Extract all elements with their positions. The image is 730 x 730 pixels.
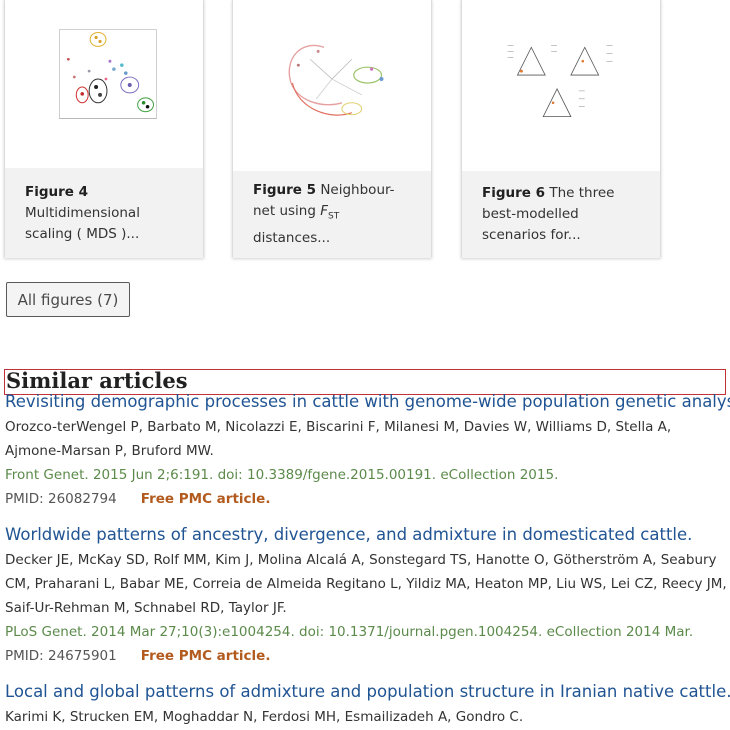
article-citation: Front Genet. 2015 Jun 2;6:191. doi: 10.3… bbox=[5, 467, 559, 483]
article-title-link[interactable]: Local and global patterns of admixture a… bbox=[5, 681, 730, 703]
figure-card-5[interactable]: Figure 5 Neighbour-net using FST distanc… bbox=[232, 0, 432, 258]
figure-4-label: Figure 4 bbox=[25, 184, 89, 200]
figure-card-6[interactable]: Figure 6 The three best-modelled scenari… bbox=[461, 0, 661, 258]
figure-5-label: Figure 5 bbox=[253, 182, 317, 199]
article-authors: Decker JE, McKay SD, Rolf MM, Kim J, Mol… bbox=[5, 552, 727, 616]
article-title-link[interactable]: Revisiting demographic processes in catt… bbox=[5, 391, 730, 413]
article-pmid-row: PMID: 24675901 Free PMC article. bbox=[5, 644, 727, 668]
article-authors: Karimi K, Strucken EM, Moghaddar N, Ferd… bbox=[5, 709, 524, 725]
free-pmc-badge: Free PMC article. bbox=[140, 648, 271, 664]
figure-4-thumbnail bbox=[59, 29, 157, 119]
figure-5-caption: Figure 5 Neighbour-net using FST distanc… bbox=[233, 171, 431, 258]
free-pmc-badge: Free PMC article. bbox=[140, 491, 271, 507]
article-authors: Orozco-terWengel P, Barbato M, Nicolazzi… bbox=[5, 419, 672, 459]
figure-card-4[interactable]: Figure 4 Multidimensional scaling ( MDS … bbox=[4, 0, 204, 258]
figure-4-caption: Figure 4 Multidimensional scaling ( MDS … bbox=[5, 168, 203, 258]
similar-article-1: Revisiting demographic processes in catt… bbox=[5, 391, 730, 511]
figure-4-caption-text: Multidimensional scaling ( MDS )... bbox=[25, 205, 140, 242]
figure-5-caption-sub: ST bbox=[327, 211, 340, 222]
figure-6-caption: Figure 6 The three best-modelled scenari… bbox=[462, 171, 660, 258]
figure-5-caption-f: F bbox=[320, 203, 328, 220]
similar-article-3: Local and global patterns of admixture a… bbox=[5, 681, 730, 729]
figure-6-label: Figure 6 bbox=[482, 185, 546, 201]
article-pmid: PMID: 26082794 bbox=[5, 491, 117, 507]
figure-5-thumbnail bbox=[288, 44, 384, 116]
all-figures-button[interactable]: All figures (7) bbox=[6, 282, 130, 317]
similar-article-2: Worldwide patterns of ancestry, divergen… bbox=[5, 524, 727, 668]
figure-5-caption-post: distances... bbox=[253, 229, 331, 246]
article-pmid: PMID: 24675901 bbox=[5, 648, 117, 664]
article-citation: PLoS Genet. 2014 Mar 27;10(3):e1004254. … bbox=[5, 624, 694, 640]
figure-6-thumbnail bbox=[507, 45, 613, 118]
article-pmid-row: PMID: 26082794 Free PMC article. bbox=[5, 487, 727, 511]
article-title-link[interactable]: Worldwide patterns of ancestry, divergen… bbox=[5, 524, 727, 546]
